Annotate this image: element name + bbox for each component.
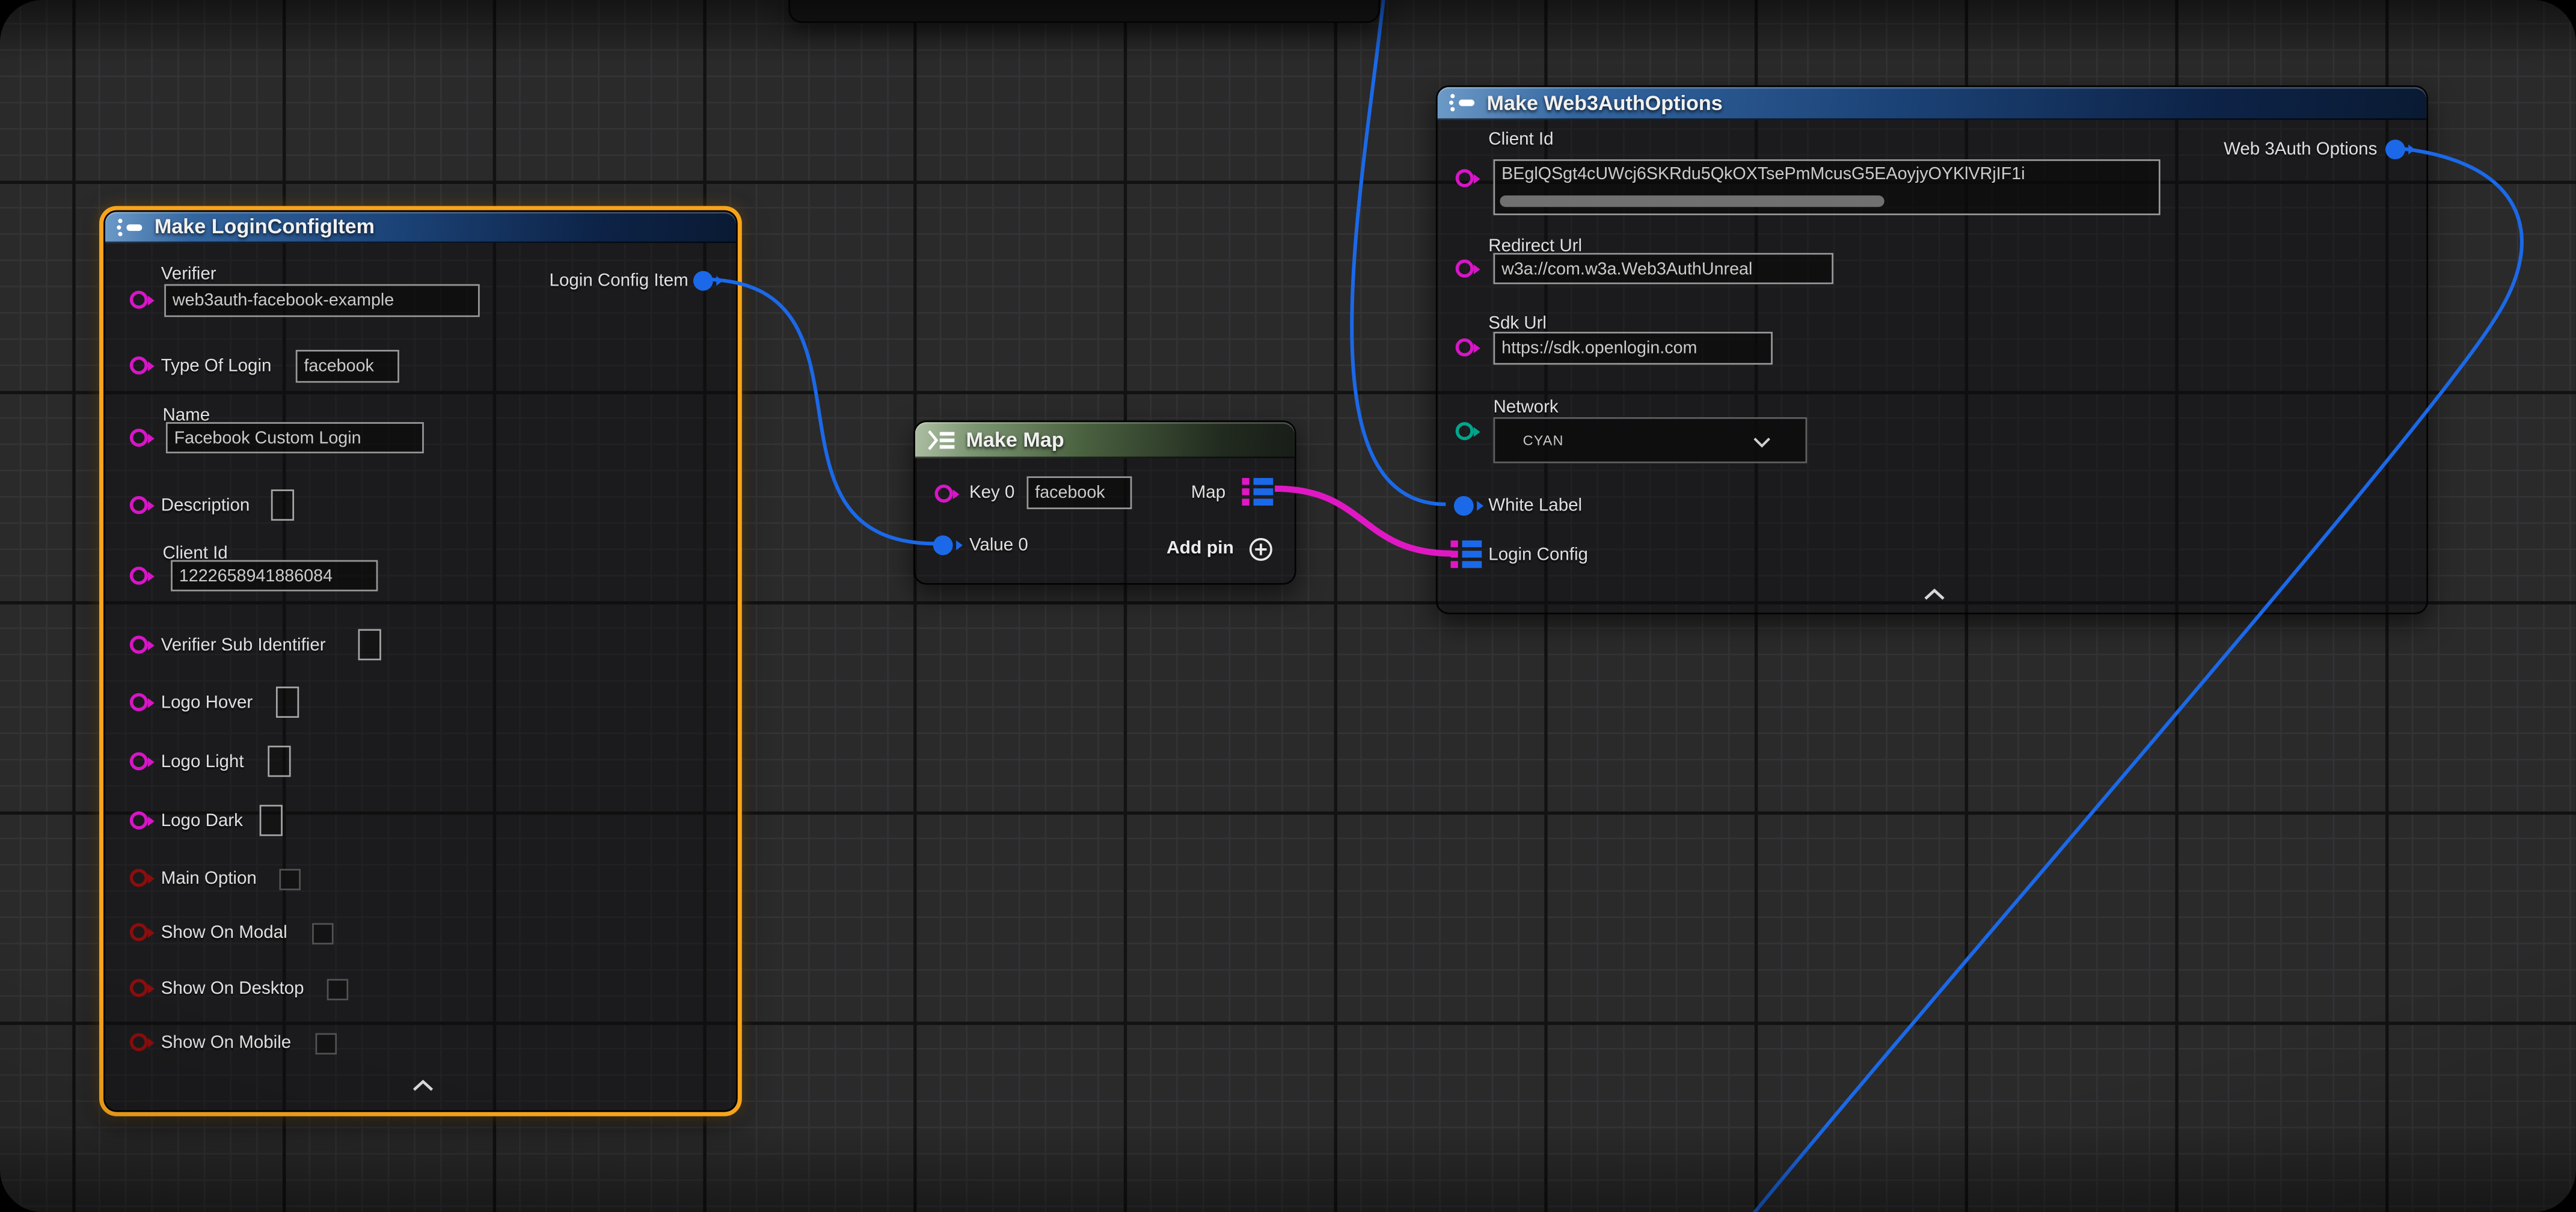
node-title: Make LoginConfigItem <box>155 215 375 238</box>
client-id-pin[interactable] <box>130 567 148 585</box>
main-option-checkbox[interactable] <box>279 869 301 890</box>
show-on-desktop-checkbox[interactable] <box>327 979 349 1000</box>
name-pin[interactable] <box>130 429 148 447</box>
pin-label-client-id: Client Id <box>1488 128 1553 151</box>
collapse-node-icon[interactable] <box>1924 588 1945 601</box>
pin-label-value0: Value 0 <box>969 534 1028 557</box>
node-header[interactable]: Make Web3AuthOptions <box>1438 87 2427 120</box>
blueprint-canvas[interactable]: Make LoginConfigItem Login Config Item V… <box>0 0 2576 1212</box>
pin-label-logo-hover: Logo Hover <box>161 691 253 714</box>
partial-offscreen-node[interactable] <box>788 0 1380 23</box>
pin-label-verifier: Verifier <box>161 263 216 286</box>
client-id-pin[interactable] <box>1456 169 1474 187</box>
logo-light-pin[interactable] <box>130 752 148 770</box>
network-dropdown[interactable]: CYAN <box>1493 417 1807 463</box>
client-id-field-scrollbar[interactable] <box>1500 195 1884 207</box>
node-make-loginconfigitem[interactable]: Make LoginConfigItem Login Config Item V… <box>103 210 738 1112</box>
network-pin[interactable] <box>1456 422 1474 440</box>
chevron-down-icon <box>1753 437 1771 448</box>
node-header[interactable]: Make Map <box>915 422 1295 458</box>
pin-label-show-on-desktop: Show On Desktop <box>161 978 304 1000</box>
logo-light-field[interactable] <box>268 745 290 777</box>
redirect-url-field[interactable]: w3a://com.w3a.Web3AuthUnreal <box>1493 253 1833 284</box>
show-on-modal-pin[interactable] <box>130 923 148 941</box>
show-on-mobile-checkbox[interactable] <box>316 1033 337 1054</box>
node-title: Make Map <box>966 428 1064 451</box>
login-config-item-output-pin[interactable] <box>693 271 713 291</box>
logo-dark-field[interactable] <box>260 805 283 836</box>
map-output-pin[interactable] <box>1242 478 1273 506</box>
main-option-pin[interactable] <box>130 869 148 887</box>
output-pin-label: Login Config Item <box>550 269 688 292</box>
pin-label-show-on-modal: Show On Modal <box>161 922 287 944</box>
show-on-modal-checkbox[interactable] <box>312 923 334 944</box>
output-pin-label: Web 3Auth Options <box>2224 138 2377 161</box>
sdk-url-field[interactable]: https://sdk.openlogin.com <box>1493 332 1772 365</box>
node-make-map[interactable]: Make Map Key 0 facebook Map Value 0 Add … <box>913 420 1296 584</box>
login-config-map-pin[interactable] <box>1450 540 1482 568</box>
description-pin[interactable] <box>130 496 148 514</box>
pin-label-key0: Key 0 <box>969 482 1014 504</box>
show-on-desktop-pin[interactable] <box>130 979 148 997</box>
node-make-web3authoptions[interactable]: Make Web3AuthOptions Web 3Auth Options C… <box>1436 85 2428 614</box>
logo-dark-pin[interactable] <box>130 812 148 830</box>
description-field[interactable] <box>271 489 294 521</box>
type-of-login-pin[interactable] <box>130 357 148 375</box>
pin-label-login-config: Login Config <box>1488 543 1588 566</box>
white-label-pin[interactable] <box>1454 496 1474 516</box>
type-of-login-field[interactable]: facebook <box>296 350 399 383</box>
pin-label-show-on-mobile: Show On Mobile <box>161 1032 291 1054</box>
add-pin-label: Add pin <box>1167 539 1234 559</box>
pin-label-white-label: White Label <box>1488 494 1582 517</box>
make-struct-icon <box>1449 92 1477 114</box>
verifier-field[interactable]: web3auth-facebook-example <box>164 284 480 317</box>
key0-pin[interactable] <box>935 485 953 503</box>
name-field[interactable]: Facebook Custom Login <box>166 422 424 453</box>
pin-label-network: Network <box>1493 396 1558 418</box>
pin-label-description: Description <box>161 494 250 517</box>
logo-hover-pin[interactable] <box>130 693 148 711</box>
value0-pin[interactable] <box>933 536 953 556</box>
pin-label-main-option: Main Option <box>161 868 257 890</box>
web3auth-options-output-pin[interactable] <box>2385 139 2405 159</box>
pin-label-logo-light: Logo Light <box>161 751 244 774</box>
logo-hover-field[interactable] <box>276 687 299 718</box>
verifier-sub-identifier-field[interactable] <box>358 629 381 660</box>
redirect-url-pin[interactable] <box>1456 260 1474 278</box>
client-id-field[interactable]: 1222658941886084 <box>171 560 378 592</box>
wire-map-to-loginconfig <box>1275 489 1452 554</box>
node-header[interactable]: Make LoginConfigItem <box>105 212 736 243</box>
pin-label-map-output: Map <box>1191 482 1225 504</box>
pin-label-logo-dark: Logo Dark <box>161 810 243 833</box>
pin-label-type-of-login: Type Of Login <box>161 355 272 378</box>
verifier-pin[interactable] <box>130 291 148 309</box>
verifier-sub-identifier-pin[interactable] <box>130 635 148 653</box>
wire-top-to-whitelabel <box>1352 0 1446 504</box>
collapse-node-icon[interactable] <box>412 1079 434 1092</box>
client-id-field[interactable]: BEglQSgt4cUWcj6SKRdu5QkOXTsePmMcusG5EAoy… <box>1493 159 2160 215</box>
sdk-url-pin[interactable] <box>1456 338 1474 357</box>
pin-label-verifier-sub-identifier: Verifier Sub Identifier <box>161 634 326 657</box>
make-map-icon <box>927 428 956 451</box>
show-on-mobile-pin[interactable] <box>130 1033 148 1051</box>
make-struct-icon <box>117 216 144 237</box>
blueprint-editor: Make LoginConfigItem Login Config Item V… <box>0 0 2576 1212</box>
add-pin-icon[interactable] <box>1248 537 1273 562</box>
node-title: Make Web3AuthOptions <box>1487 91 1723 114</box>
key0-field[interactable]: facebook <box>1027 476 1132 509</box>
